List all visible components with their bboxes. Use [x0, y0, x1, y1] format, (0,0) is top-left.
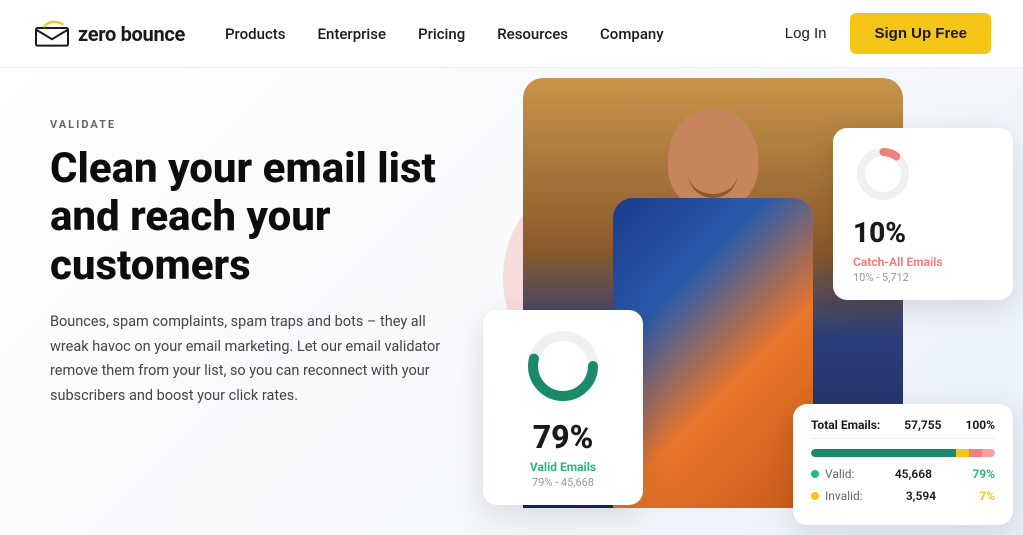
nav-actions: Log In Sign Up Free	[785, 13, 991, 54]
progress-track	[811, 449, 995, 457]
nav-item-company[interactable]: Company	[600, 25, 664, 43]
progress-invalid	[956, 449, 969, 457]
top-card-percent: 10%	[853, 216, 993, 249]
signup-button[interactable]: Sign Up Free	[850, 13, 991, 54]
top-card-label: Catch-All Emails	[853, 255, 993, 269]
nav-item-resources[interactable]: Resources	[497, 25, 568, 43]
valid-label: Valid Emails	[503, 460, 623, 474]
top-card-sub: 10% - 5,712	[853, 271, 993, 284]
logo[interactable]: zero bounce	[32, 20, 185, 48]
stats-row-valid: Valid: 45,668 79%	[811, 467, 995, 481]
hero-right: 10% Catch-All Emails 10% - 5,712 79% Val…	[463, 68, 1023, 535]
dot-valid	[811, 470, 819, 478]
total-emails-label: Total Emails:	[811, 418, 880, 432]
invalid-row-label: Invalid:	[811, 489, 863, 503]
valid-row-pct: 79%	[972, 467, 995, 481]
progress-catch-all	[969, 449, 982, 457]
donut-chart-valid	[523, 326, 603, 406]
logo-text: zero bounce	[78, 22, 185, 46]
person-smile	[688, 173, 738, 198]
valid-row-label: Valid:	[811, 467, 854, 481]
person-body	[613, 198, 813, 508]
hero-left: VALIDATE Clean your email list and reach…	[0, 68, 500, 535]
hero-description: Bounces, spam complaints, spam traps and…	[50, 310, 460, 409]
stats-card-valid: 79% Valid Emails 79% - 45,668	[483, 310, 643, 505]
hero-section: VALIDATE Clean your email list and reach…	[0, 68, 1023, 535]
invalid-row-val: 3,594	[906, 489, 936, 503]
person-head	[668, 108, 758, 208]
nav-item-enterprise[interactable]: Enterprise	[318, 25, 386, 43]
stats-table-header: Total Emails: 57,755 100%	[811, 418, 995, 439]
stats-row-invalid: Invalid: 3,594 7%	[811, 489, 995, 503]
total-pct: 100%	[965, 418, 995, 432]
progress-bars	[811, 449, 995, 457]
navbar: zero bounce Products Enterprise Pricing …	[0, 0, 1023, 68]
stats-card-top: 10% Catch-All Emails 10% - 5,712	[833, 128, 1013, 300]
progress-other	[982, 449, 995, 457]
logo-icon	[32, 20, 72, 48]
login-button[interactable]: Log In	[785, 25, 827, 42]
dot-invalid	[811, 492, 819, 500]
valid-row-val: 45,668	[895, 467, 932, 481]
total-val: 57,755	[904, 418, 941, 432]
valid-sub: 79% - 45,668	[503, 476, 623, 489]
nav-links: Products Enterprise Pricing Resources Co…	[225, 25, 785, 43]
invalid-row-pct: 7%	[979, 489, 995, 503]
hero-heading: Clean your email list and reach your cus…	[50, 145, 460, 290]
validate-label: VALIDATE	[50, 118, 460, 131]
donut-chart-small	[853, 144, 913, 204]
stats-card-table: Total Emails: 57,755 100% Valid: 45,668	[793, 404, 1013, 525]
progress-valid	[811, 449, 956, 457]
valid-percent: 79%	[503, 418, 623, 456]
nav-item-pricing[interactable]: Pricing	[418, 25, 465, 43]
nav-item-products[interactable]: Products	[225, 25, 286, 43]
